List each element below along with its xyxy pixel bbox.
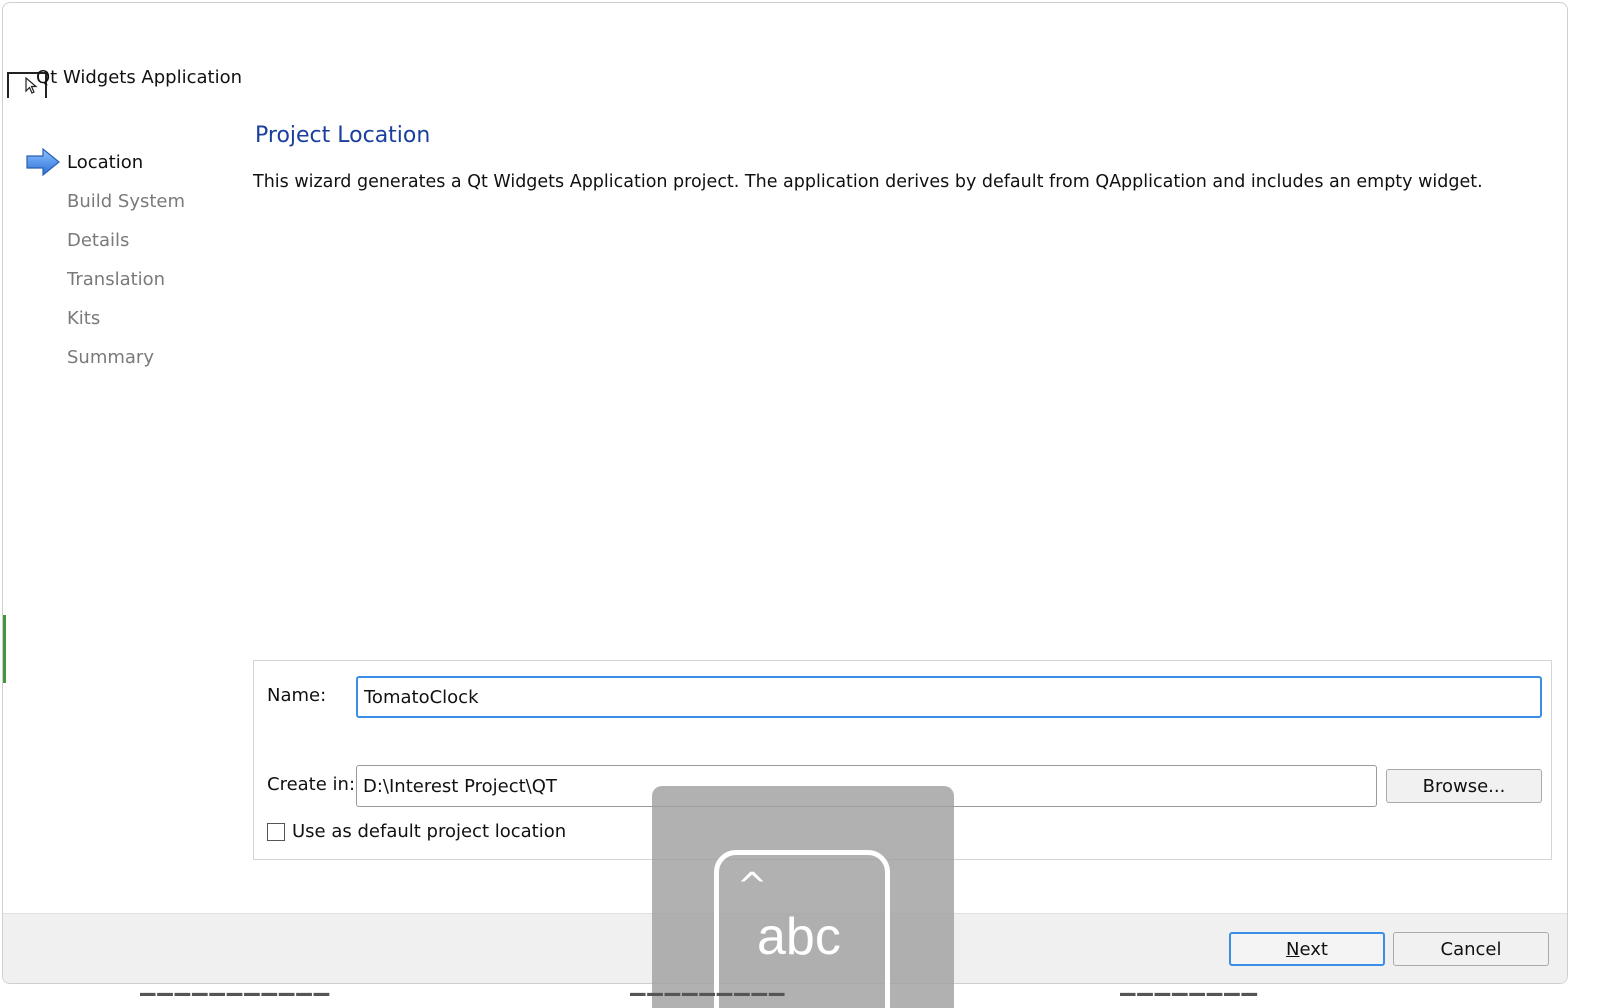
step-summary: Summary xyxy=(25,338,245,377)
step-label: Translation xyxy=(67,269,166,290)
next-label-rest: ext xyxy=(1299,938,1328,960)
wizard-title: Qt Widgets Application xyxy=(36,67,243,88)
step-details: Details xyxy=(25,221,245,260)
current-step-arrow-icon xyxy=(26,148,60,176)
page-description: This wizard generates a Qt Widgets Appli… xyxy=(253,172,1483,192)
step-label: Location xyxy=(67,152,144,173)
step-translation: Translation xyxy=(25,260,245,299)
step-label: Details xyxy=(67,230,130,251)
default-location-label[interactable]: Use as default project location xyxy=(292,821,566,842)
wizard-title-area: Qt Widgets Application xyxy=(3,63,403,103)
step-label: Summary xyxy=(67,347,154,368)
step-kits: Kits xyxy=(25,299,245,338)
step-build-system: Build System xyxy=(25,182,245,221)
ime-mode-text: abc xyxy=(757,908,841,966)
page-title: Project Location xyxy=(255,123,431,148)
cancel-button[interactable]: Cancel xyxy=(1393,932,1549,966)
step-label: Kits xyxy=(67,308,101,329)
step-label: Build System xyxy=(67,191,186,212)
next-mnemonic: N xyxy=(1286,938,1300,960)
background-window-fragment: ▁▁▁▁▁▁▁▁▁▁▁ xyxy=(140,982,332,996)
default-location-checkbox[interactable] xyxy=(267,823,285,841)
step-location: Location xyxy=(25,143,245,182)
ime-mode-indicator: ^ abc xyxy=(652,786,954,1008)
create-in-label: Create in: xyxy=(267,774,356,795)
caret-up-icon: ^ xyxy=(737,866,768,907)
name-label: Name: xyxy=(267,685,327,706)
background-window-fragment: ▁▁▁▁▁▁▁▁▁ xyxy=(630,982,787,996)
wizard-steps-sidebar: Location Build System Details Translatio… xyxy=(25,143,245,377)
browse-button[interactable]: Browse... xyxy=(1386,769,1542,803)
next-button[interactable]: Next xyxy=(1229,932,1385,966)
screen: Qt Widgets Application Location Build Sy… xyxy=(0,0,1604,1008)
project-name-input[interactable] xyxy=(356,676,1542,718)
background-window-fragment: ▁▁▁▁▁▁▁▁ xyxy=(1120,982,1260,996)
window-edge-accent xyxy=(3,615,6,683)
